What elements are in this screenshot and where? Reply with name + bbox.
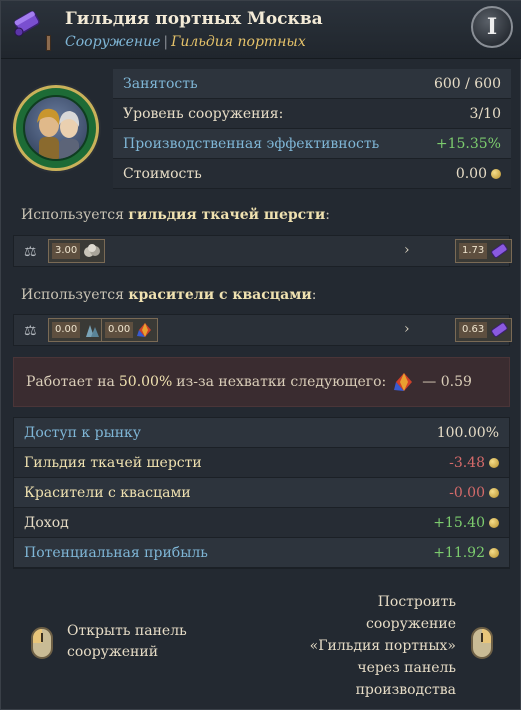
production-method-row[interactable]: ⚖ 3.00 › 1.73 — [13, 235, 513, 267]
market-label: Доступ к рынку — [24, 424, 142, 441]
market-value: 100.00% — [436, 424, 499, 441]
market-value: +11.92 — [433, 544, 485, 561]
input-good-chip[interactable]: 0.00 — [101, 318, 159, 342]
stat-building-level[interactable]: Уровень сооружения: 3/10 — [113, 99, 511, 129]
section-suffix: : — [325, 207, 330, 223]
dye-icon — [394, 373, 413, 391]
hint-line: производства — [355, 682, 456, 698]
cloth-icon — [491, 243, 508, 259]
header-accent-bar — [46, 35, 51, 51]
stat-employment[interactable]: Занятость 600 / 600 — [113, 69, 511, 99]
market-label: Красители с квасцами — [24, 484, 191, 501]
hint-line: Открыть панель — [67, 623, 187, 639]
market-value-wrap: +15.40 — [433, 515, 499, 531]
chevron-right-icon: › — [404, 321, 410, 337]
stat-value: 600 / 600 — [433, 75, 501, 92]
building-title: Гильдия портных Москва — [65, 9, 323, 29]
input-section-title: Используется гильдия ткачей шерсти: — [21, 207, 330, 223]
market-wool-row[interactable]: Гильдия ткачей шерсти -3.48 — [14, 448, 509, 478]
input-good-chip[interactable]: 3.00 — [48, 239, 106, 263]
section-suffix: : — [311, 287, 317, 303]
hint-line: Построить — [377, 594, 456, 610]
stat-cost[interactable]: Стоимость 0.00 — [113, 159, 511, 189]
market-label: Потенциальная прибыль — [24, 544, 208, 561]
build-building-hint[interactable]: Построить сооружение «Гильдия портных» ч… — [256, 591, 456, 701]
section-prefix: Используется — [21, 287, 124, 303]
breadcrumb-current[interactable]: Гильдия портных — [171, 34, 306, 50]
market-value-wrap: +11.92 — [433, 545, 499, 561]
coin-icon — [489, 547, 499, 558]
market-value: -0.00 — [449, 484, 485, 501]
breadcrumb-separator: | — [163, 34, 169, 50]
stat-value: 0.00 — [455, 165, 487, 182]
breadcrumb-building-link[interactable]: Сооружение — [65, 34, 160, 50]
stat-label: Занятость — [123, 75, 198, 92]
output-amount: 0.63 — [459, 322, 488, 338]
scales-icon: ⚖ — [24, 244, 37, 260]
hint-line: сооружение — [365, 616, 456, 632]
shortage-warning[interactable]: Работает на 50.00% из-за нехватки следую… — [13, 357, 510, 407]
left-click-mouse-icon — [31, 627, 53, 659]
dye-icon — [137, 323, 152, 337]
output-good-chip[interactable]: 1.73 — [455, 239, 513, 263]
market-label: Доход — [24, 514, 69, 531]
scales-icon: ⚖ — [24, 323, 37, 339]
warning-prefix: Работает на — [26, 374, 115, 390]
section-good-name[interactable]: красители с квасцами — [128, 287, 311, 303]
coin-icon — [489, 487, 499, 498]
input-amount: 0.00 — [105, 322, 134, 338]
building-portrait — [13, 85, 99, 171]
section-good-name[interactable]: гильдия ткачей шерсти — [128, 207, 325, 223]
hint-line: «Гильдия портных» — [309, 638, 456, 654]
market-value-wrap: -3.48 — [449, 455, 499, 471]
market-label: Гильдия ткачей шерсти — [24, 454, 202, 471]
market-table: Доступ к рынку 100.00% Гильдия ткачей ше… — [13, 417, 510, 569]
stat-value-wrap: 0.00 — [456, 166, 501, 182]
stat-value: 3/10 — [469, 105, 501, 122]
cloth-roll-icon — [14, 11, 40, 37]
market-value-wrap: -0.00 — [449, 485, 499, 501]
open-buildings-hint[interactable]: Открыть панель сооружений — [67, 621, 187, 663]
coin-icon — [489, 457, 499, 468]
input-amount: 3.00 — [52, 243, 81, 259]
market-income-row[interactable]: Доход +15.40 — [14, 508, 509, 538]
building-stats: Занятость 600 / 600 Уровень сооружения: … — [113, 69, 511, 189]
stat-label: Уровень сооружения: — [123, 105, 284, 122]
stat-value: +15.35% — [435, 135, 501, 152]
chevron-right-icon: › — [404, 242, 410, 258]
hint-line: сооружений — [67, 644, 159, 660]
production-method-row[interactable]: ⚖ 0.00 0.00 › 0.63 — [13, 314, 513, 346]
alum-icon — [86, 325, 100, 337]
wool-icon — [84, 244, 101, 257]
stat-label: Производственная эффективность — [123, 135, 380, 152]
breadcrumb: Сооружение | Гильдия портных — [65, 34, 306, 50]
info-button[interactable]: I — [471, 6, 513, 48]
section-prefix: Используется — [21, 207, 124, 223]
coin-icon — [491, 168, 501, 179]
market-value: -3.48 — [449, 454, 485, 471]
input-good-chip[interactable]: 0.00 — [48, 318, 106, 342]
cloth-icon — [491, 322, 508, 338]
input-section-title: Используется красители с квасцами: — [21, 287, 316, 303]
market-profit-row[interactable]: Потенциальная прибыль +11.92 — [14, 538, 509, 568]
tailors-portrait-icon — [23, 95, 89, 161]
output-good-chip[interactable]: 0.63 — [455, 318, 513, 342]
market-dye-row[interactable]: Красители с квасцами -0.00 — [14, 478, 509, 508]
coin-icon — [489, 517, 499, 528]
market-value: +15.40 — [433, 514, 485, 531]
warning-value: — 0.59 — [422, 374, 472, 390]
warning-suffix: из-за нехватки следующего: — [176, 374, 387, 390]
right-click-mouse-icon — [471, 627, 493, 659]
warning-percent: 50.00% — [118, 374, 173, 390]
panel-header: Гильдия портных Москва Сооружение | Гильди… — [1, 1, 521, 59]
output-amount: 1.73 — [459, 243, 488, 259]
stat-production-efficiency[interactable]: Производственная эффективность +15.35% — [113, 129, 511, 159]
market-access-row[interactable]: Доступ к рынку 100.00% — [14, 418, 509, 448]
building-panel: Гильдия портных Москва Сооружение | Гильди… — [0, 0, 521, 710]
input-amount: 0.00 — [52, 322, 81, 338]
hint-line: через панель — [357, 660, 456, 676]
stat-label: Стоимость — [123, 165, 202, 182]
